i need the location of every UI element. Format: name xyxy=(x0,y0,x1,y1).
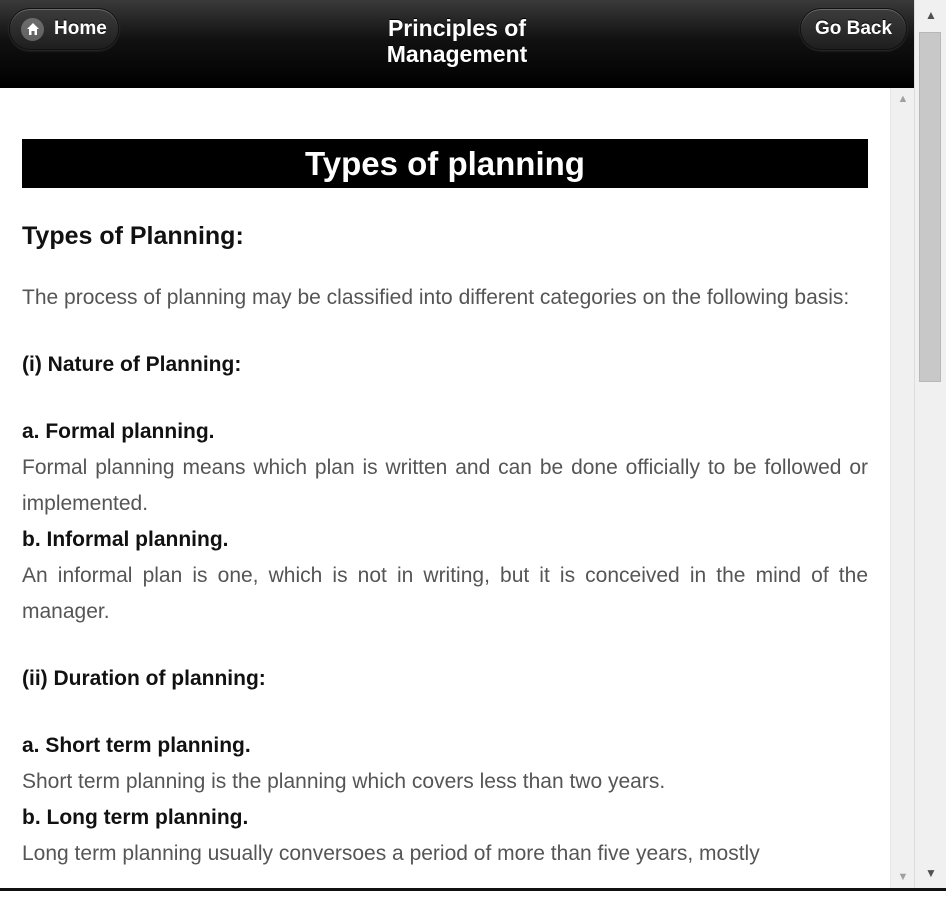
go-back-label: Go Back xyxy=(814,18,893,39)
home-button[interactable]: Home xyxy=(9,8,119,50)
page-title-line2: Management xyxy=(386,41,528,67)
item-text-long-term: Long term planning usually conversoes a … xyxy=(22,842,760,865)
section-title-nature: (i) Nature of Planning: xyxy=(22,353,242,376)
app-window: Home Principles of Management Go Back Ty… xyxy=(0,0,946,900)
section-title-duration: (ii) Duration of planning: xyxy=(22,667,266,690)
home-icon xyxy=(21,17,44,41)
article-body: Types of Planning: The process of planni… xyxy=(22,218,868,872)
item-title-long-term: b. Long term planning. xyxy=(22,806,249,829)
item-text-formal: Formal planning means which plan is writ… xyxy=(22,456,868,515)
window-scrollbar[interactable]: ▲ ▼ xyxy=(914,0,946,888)
page-title-line1: Principles of xyxy=(387,15,527,41)
article-heading: Types of Planning: xyxy=(22,222,244,250)
item-title-formal: a. Formal planning. xyxy=(22,420,215,443)
content-area: Types of planning Types of Planning: The… xyxy=(0,88,890,888)
go-back-button[interactable]: Go Back xyxy=(800,8,907,50)
content-scrollbar[interactable]: ▲ ▼ xyxy=(890,88,914,888)
header-bar: Home Principles of Management Go Back xyxy=(0,0,914,88)
window-scroll-down-icon[interactable]: ▼ xyxy=(915,858,946,888)
item-text-short-term: Short term planning is the planning whic… xyxy=(22,770,666,793)
scroll-down-arrow-icon[interactable]: ▼ xyxy=(891,866,915,888)
item-text-informal: An informal plan is one, which is not in… xyxy=(22,564,868,623)
home-button-label: Home xyxy=(54,18,107,39)
section-banner: Types of planning xyxy=(22,139,868,188)
window-bottom-edge xyxy=(0,888,946,900)
page-title: Principles of Management xyxy=(307,15,607,67)
window-scroll-up-icon[interactable]: ▲ xyxy=(915,0,946,30)
intro-paragraph: The process of planning may be classifie… xyxy=(22,286,850,309)
item-title-informal: b. Informal planning. xyxy=(22,528,229,551)
window-scroll-thumb[interactable] xyxy=(919,32,941,382)
item-title-short-term: a. Short term planning. xyxy=(22,734,251,757)
scroll-up-arrow-icon[interactable]: ▲ xyxy=(891,88,915,110)
